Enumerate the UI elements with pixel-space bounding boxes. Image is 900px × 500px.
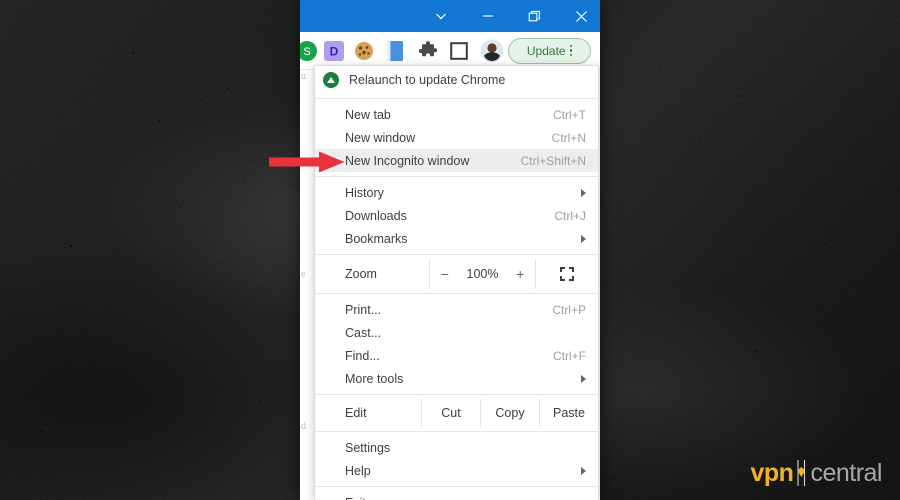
chevron-down-icon[interactable]	[420, 0, 461, 32]
zoom-in-button[interactable]: +	[512, 266, 528, 282]
menu-separator	[315, 176, 598, 177]
side-panel-icon[interactable]	[450, 41, 468, 60]
menu-item-find[interactable]: Find... Ctrl+F	[315, 344, 598, 367]
svg-text:D: D	[330, 44, 339, 58]
menu-item-help[interactable]: Help	[315, 459, 598, 482]
menu-item-zoom: Zoom − 100% +	[315, 259, 598, 289]
zoom-controls: − 100% +	[429, 259, 536, 289]
fullscreen-button[interactable]	[536, 259, 598, 289]
update-button[interactable]: Update	[508, 37, 591, 64]
menu-item-label: Exit	[345, 496, 586, 500]
profile-avatar[interactable]	[480, 39, 504, 63]
fullscreen-icon	[560, 267, 574, 281]
menu-item-shortcut: Ctrl+T	[553, 107, 586, 122]
edit-cut-button[interactable]: Cut	[421, 399, 480, 427]
menu-item-relaunch[interactable]: Relaunch to update Chrome	[315, 66, 598, 94]
menu-item-label: Bookmarks	[345, 231, 408, 246]
edit-label: Edit	[345, 406, 367, 420]
menu-item-cast[interactable]: Cast...	[315, 321, 598, 344]
menu-item-bookmarks[interactable]: Bookmarks	[315, 227, 598, 250]
zoom-label: Zoom	[345, 267, 377, 281]
page-content-sliver: u e d	[300, 70, 314, 500]
menu-item-label: Relaunch to update Chrome	[349, 73, 506, 87]
menu-item-history[interactable]: History	[315, 181, 598, 204]
menu-item-shortcut: Ctrl+J	[554, 208, 586, 223]
update-button-label: Update	[526, 43, 566, 58]
zoom-out-button[interactable]: −	[437, 266, 453, 282]
menu-item-label: Find...	[345, 348, 380, 363]
page-fragment: u	[301, 71, 306, 82]
menu-separator	[315, 394, 598, 395]
close-icon[interactable]	[561, 0, 600, 32]
menu-separator	[315, 486, 598, 487]
menu-item-label: New window	[345, 130, 416, 145]
three-dots-vertical-icon[interactable]	[569, 44, 573, 57]
chrome-browser-window: S D Update u e d Relaunch to update Chro…	[300, 0, 600, 500]
menu-item-label: History	[345, 185, 384, 200]
submenu-arrow-icon	[581, 466, 586, 475]
update-arrow-icon	[323, 72, 339, 88]
edit-copy-button[interactable]: Copy	[480, 399, 539, 427]
vpncentral-watermark: vpn central	[751, 458, 883, 488]
menu-item-downloads[interactable]: Downloads Ctrl+J	[315, 204, 598, 227]
menu-item-new-tab[interactable]: New tab Ctrl+T	[315, 103, 598, 126]
menu-item-shortcut: Ctrl+N	[551, 130, 586, 145]
minimize-icon[interactable]	[467, 0, 508, 32]
window-titlebar	[300, 0, 600, 32]
zoom-level-value: 100%	[466, 267, 499, 281]
menu-item-new-window[interactable]: New window Ctrl+N	[315, 126, 598, 149]
menu-item-label: Downloads	[345, 208, 407, 223]
menu-item-more-tools[interactable]: More tools	[315, 367, 598, 390]
menu-item-settings[interactable]: Settings	[315, 436, 598, 459]
menu-item-shortcut: Ctrl+Shift+N	[520, 153, 586, 168]
bookmark-extension-icon[interactable]	[386, 40, 404, 62]
menu-item-label: Cast...	[345, 325, 382, 340]
dashlane-extension-icon[interactable]: D	[324, 40, 344, 61]
menu-item-print[interactable]: Print... Ctrl+P	[315, 298, 598, 321]
svg-text:S: S	[303, 46, 310, 58]
menu-item-shortcut: Ctrl+P	[552, 302, 586, 317]
watermark-primary: vpn	[750, 458, 794, 487]
menu-item-label: Settings	[345, 440, 391, 455]
menu-item-label: Print...	[345, 302, 382, 317]
menu-separator	[315, 431, 598, 432]
page-fragment: e	[301, 269, 306, 280]
menu-item-shortcut: Ctrl+F	[553, 348, 586, 363]
menu-item-edit: Edit Cut Copy Paste	[315, 399, 598, 427]
green-extension-icon[interactable]: S	[300, 40, 318, 62]
menu-separator	[315, 254, 598, 255]
chrome-main-menu: Relaunch to update Chrome New tab Ctrl+T…	[314, 65, 599, 500]
red-pointer-arrow	[269, 151, 345, 173]
menu-item-new-incognito-window[interactable]: New Incognito window Ctrl+Shift+N	[315, 149, 598, 172]
cookie-extension-icon[interactable]	[354, 41, 374, 61]
menu-item-exit[interactable]: Exit	[315, 491, 598, 500]
submenu-arrow-icon	[581, 374, 586, 383]
edit-paste-button[interactable]: Paste	[539, 399, 598, 427]
menu-separator	[315, 98, 598, 99]
menu-item-label: New Incognito window	[345, 153, 470, 168]
menu-separator	[315, 293, 598, 294]
restore-icon[interactable]	[514, 0, 555, 32]
submenu-arrow-icon	[581, 188, 586, 197]
extensions-puzzle-icon[interactable]	[418, 40, 438, 61]
menu-item-label: More tools	[345, 371, 404, 386]
menu-item-label: New tab	[345, 107, 391, 122]
page-fragment: d	[301, 421, 306, 432]
submenu-arrow-icon	[581, 234, 586, 243]
watermark-divider-icon	[795, 458, 808, 488]
menu-item-label: Help	[345, 463, 371, 478]
watermark-secondary: central	[810, 458, 882, 487]
